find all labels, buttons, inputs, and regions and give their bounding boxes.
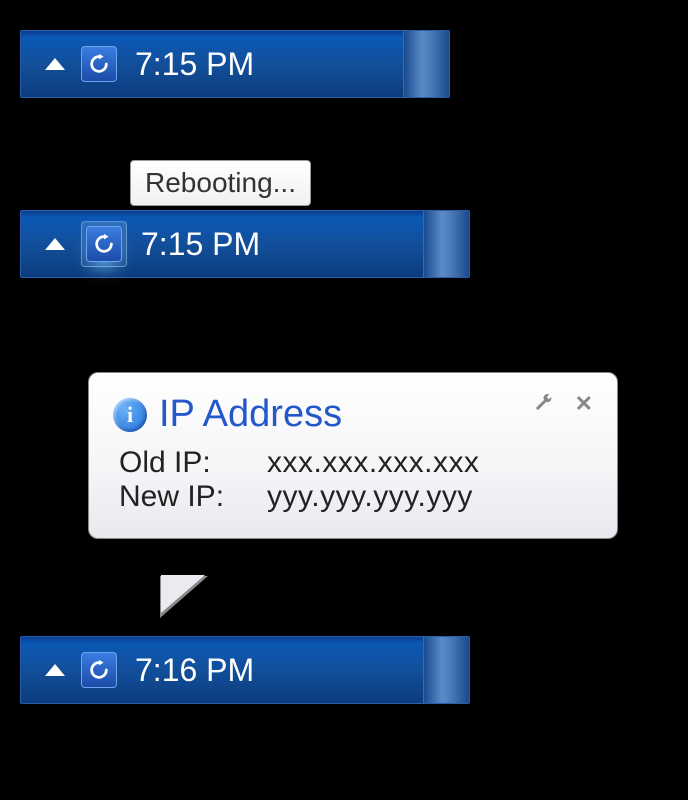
balloon-header: i IP Address ✕ — [113, 393, 593, 436]
show-desktop-button[interactable] — [403, 31, 449, 97]
reboot-icon — [88, 659, 110, 681]
clock-time[interactable]: 7:15 PM — [141, 226, 260, 263]
new-ip-row: New IP: yyy.yyy.yyy.yyy — [119, 480, 593, 514]
info-icon: i — [113, 398, 147, 432]
old-ip-row: Old IP: xxx.xxx.xxx.xxx — [119, 446, 593, 480]
old-ip-value: xxx.xxx.xxx.xxx — [267, 446, 480, 480]
reboot-tray-icon — [86, 226, 122, 262]
reboot-icon — [88, 53, 110, 75]
reboot-tray-icon[interactable] — [81, 46, 117, 82]
new-ip-value: yyy.yyy.yyy.yyy — [267, 480, 473, 514]
reboot-tray-icon-highlighted[interactable] — [81, 221, 127, 267]
taskbar-rebooting: 7:15 PM — [20, 210, 470, 278]
balloon-title: IP Address — [159, 393, 521, 436]
show-desktop-button[interactable] — [423, 637, 469, 703]
balloon-body: Old IP: xxx.xxx.xxx.xxx New IP: yyy.yyy.… — [119, 446, 593, 514]
show-hidden-icons-chevron[interactable] — [45, 58, 65, 70]
new-ip-label: New IP: — [119, 480, 249, 514]
clock-time[interactable]: 7:15 PM — [135, 46, 254, 83]
show-hidden-icons-chevron[interactable] — [45, 664, 65, 676]
taskbar-idle: 7:15 PM — [20, 30, 450, 98]
reboot-tray-icon[interactable] — [81, 652, 117, 688]
old-ip-label: Old IP: — [119, 446, 249, 480]
taskbar-done: 7:16 PM — [20, 636, 470, 704]
rebooting-tooltip: Rebooting... — [130, 160, 311, 206]
close-icon[interactable]: ✕ — [575, 393, 593, 418]
ip-address-balloon: i IP Address ✕ Old IP: xxx.xxx.xxx.xxx N… — [88, 372, 618, 539]
reboot-icon — [93, 233, 115, 255]
show-hidden-icons-chevron[interactable] — [45, 238, 65, 250]
balloon-actions: ✕ — [533, 393, 593, 418]
clock-time[interactable]: 7:16 PM — [135, 652, 254, 689]
wrench-icon[interactable] — [533, 393, 553, 418]
show-desktop-button[interactable] — [423, 211, 469, 277]
